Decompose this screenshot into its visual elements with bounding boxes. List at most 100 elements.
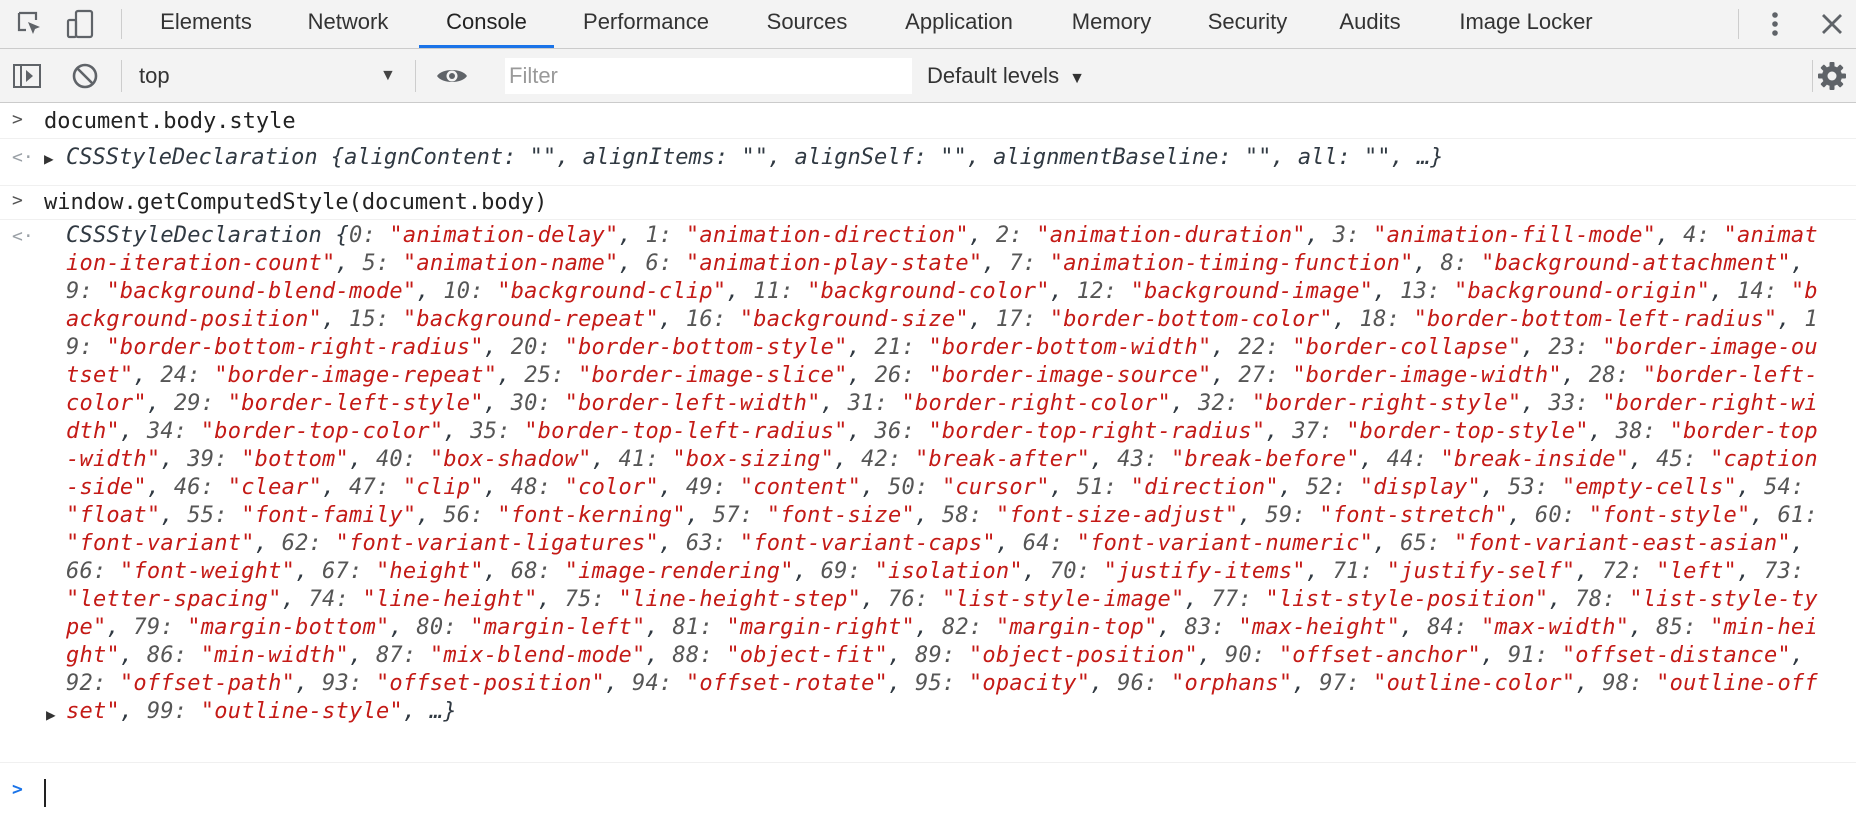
console-prompt[interactable]: > bbox=[0, 763, 1856, 833]
entry-key: 15: bbox=[348, 307, 403, 332]
tab-console[interactable]: Console bbox=[419, 0, 554, 48]
chevron-down-icon[interactable]: ▼ bbox=[380, 49, 396, 102]
entry-key: 24: bbox=[160, 363, 215, 388]
entry-key: 95: bbox=[914, 671, 969, 696]
entry-value: "border-image-source" bbox=[928, 363, 1212, 388]
tab-sources[interactable]: Sources bbox=[748, 0, 866, 48]
entry-value: "background-image" bbox=[1130, 279, 1374, 304]
computed-style-object[interactable]: CSSStyleDeclaration {0: "animation-delay… bbox=[66, 222, 1819, 726]
entry-key: 61: bbox=[1777, 503, 1818, 528]
entry-value: "background-clip" bbox=[497, 279, 727, 304]
toolbar-divider bbox=[121, 60, 122, 92]
entry-value: "animation-timing-function" bbox=[1049, 251, 1414, 276]
entry-value: "height" bbox=[375, 559, 484, 584]
entry-key: 78: bbox=[1575, 587, 1630, 612]
entry-key: 22: bbox=[1238, 335, 1293, 360]
entry-value: "font-kerning" bbox=[497, 503, 686, 528]
entry-value: "border-image-width" bbox=[1292, 363, 1562, 388]
filter-input[interactable] bbox=[505, 58, 912, 94]
tab-elements[interactable]: Elements bbox=[140, 0, 272, 48]
entry-key: 72: bbox=[1602, 559, 1657, 584]
entry-value: "border-top-right-radius" bbox=[928, 419, 1266, 444]
object-type: CSSStyleDeclaration bbox=[66, 145, 318, 170]
entry-key: 8: bbox=[1440, 251, 1481, 276]
tab-audits[interactable]: Audits bbox=[1323, 0, 1417, 48]
entry-key: 28: bbox=[1588, 363, 1643, 388]
entry-key: 44: bbox=[1386, 447, 1441, 472]
entry-value: "border-bottom-left-radius" bbox=[1413, 307, 1778, 332]
entry-key: 4: bbox=[1683, 223, 1724, 248]
entry-value: "justify-self" bbox=[1386, 559, 1576, 584]
entry-key: 42: bbox=[861, 447, 915, 472]
entry-key: 77: bbox=[1211, 587, 1266, 612]
entry-key: 18: bbox=[1359, 307, 1414, 332]
prompt-chevron-icon: > bbox=[12, 190, 23, 211]
entry-key: 63: bbox=[685, 531, 740, 556]
entry-value: "border-image-slice" bbox=[578, 363, 848, 388]
expand-triangle-icon[interactable]: ▶ bbox=[44, 149, 66, 168]
entry-value: "border-top-style" bbox=[1346, 419, 1589, 444]
entry-value: "offset-position" bbox=[375, 671, 606, 696]
entry-value: "letter-spacing" bbox=[66, 587, 282, 612]
entry-key: 39: bbox=[187, 447, 242, 472]
return-arrow-icon: <· bbox=[12, 226, 34, 247]
tab-image-locker[interactable]: Image Locker bbox=[1440, 0, 1612, 48]
entry-key: 49: bbox=[685, 475, 740, 500]
entry-value: "margin-right" bbox=[726, 615, 915, 640]
entry-key: 93: bbox=[322, 671, 376, 696]
object-preview[interactable]: ▶ CSSStyleDeclaration {alignContent: "", … bbox=[44, 145, 1444, 170]
tab-security[interactable]: Security bbox=[1190, 0, 1305, 48]
entry-key: 55: bbox=[187, 503, 242, 528]
object-preview-props: {alignContent: "", alignItems: "", align… bbox=[330, 145, 1444, 170]
close-icon[interactable] bbox=[1815, 0, 1849, 48]
entry-value: "background-blend-mode" bbox=[106, 279, 417, 304]
entry-key: 35: bbox=[470, 419, 525, 444]
toolbar-divider bbox=[415, 60, 416, 92]
entry-value: "object-fit" bbox=[726, 643, 889, 668]
entry-key: 57: bbox=[712, 503, 767, 528]
entry-key: 90: bbox=[1224, 643, 1279, 668]
expand-triangle-icon[interactable]: ▶ bbox=[46, 705, 56, 724]
entry-value: "left" bbox=[1656, 559, 1738, 584]
entry-value: "list-style-position" bbox=[1265, 587, 1549, 612]
entry-key: 45: bbox=[1656, 447, 1711, 472]
entry-value: "offset-rotate" bbox=[685, 671, 889, 696]
entry-value: "orphans" bbox=[1171, 671, 1293, 696]
entry-key: 16: bbox=[685, 307, 740, 332]
tab-memory[interactable]: Memory bbox=[1053, 0, 1170, 48]
devtools-tab-bar: Elements Network Console Performance Sou… bbox=[0, 0, 1856, 49]
entry-value: "offset-path" bbox=[119, 671, 296, 696]
entry-value: "border-bottom-right-radius" bbox=[106, 335, 484, 360]
object-type: CSSStyleDeclaration bbox=[66, 223, 323, 248]
entry-value: "font-variant" bbox=[66, 531, 255, 556]
entry-value: "font-size-adjust" bbox=[995, 503, 1239, 528]
entry-value: "content" bbox=[739, 475, 862, 500]
entry-value: "clear" bbox=[227, 475, 323, 500]
entry-value: "background-repeat" bbox=[402, 307, 659, 332]
entry-value: "mix-blend-mode" bbox=[429, 643, 646, 668]
device-toolbar-icon[interactable] bbox=[62, 0, 98, 48]
clear-console-icon[interactable] bbox=[68, 49, 102, 102]
entry-value: "font-variant-caps" bbox=[739, 531, 996, 556]
entry-key: 96: bbox=[1117, 671, 1172, 696]
entry-value: "line-height-step" bbox=[618, 587, 862, 612]
entry-value: "border-top-color" bbox=[200, 419, 444, 444]
entry-key: 87: bbox=[375, 643, 430, 668]
inspect-element-icon[interactable] bbox=[12, 0, 48, 48]
tab-application[interactable]: Application bbox=[884, 0, 1034, 48]
entry-key: 65: bbox=[1400, 531, 1454, 556]
entry-key: 6: bbox=[645, 251, 686, 276]
log-levels-dropdown[interactable]: Default levels ▼ bbox=[927, 49, 1085, 102]
tab-performance[interactable]: Performance bbox=[560, 0, 732, 48]
live-expression-eye-icon[interactable] bbox=[432, 49, 472, 102]
more-options-icon[interactable] bbox=[1760, 0, 1790, 48]
entry-key: 76: bbox=[888, 587, 942, 612]
entry-key: 53: bbox=[1507, 475, 1562, 500]
execution-context-select[interactable]: top bbox=[139, 49, 170, 102]
entry-key: 73: bbox=[1763, 559, 1805, 584]
show-sidebar-icon[interactable] bbox=[10, 49, 44, 102]
settings-gear-icon[interactable] bbox=[1814, 49, 1850, 102]
tab-network[interactable]: Network bbox=[282, 0, 414, 48]
entry-value: "border-left-style" bbox=[227, 391, 484, 416]
text-cursor bbox=[44, 779, 46, 807]
